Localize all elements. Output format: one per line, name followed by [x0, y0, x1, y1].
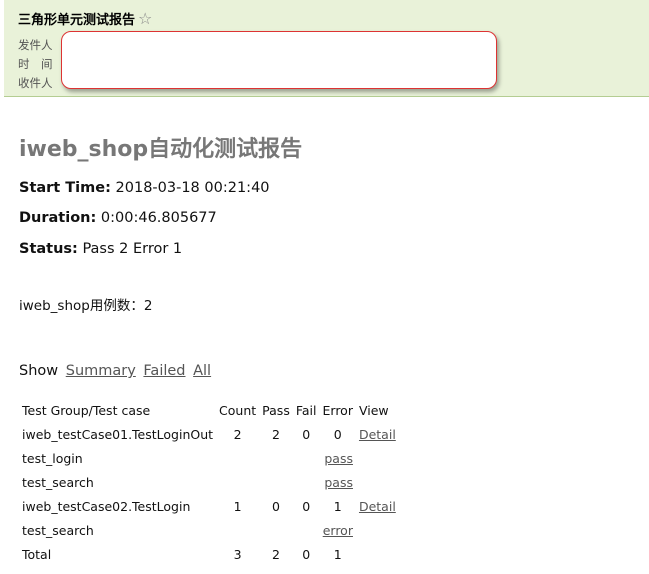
row-name: test_login: [22, 450, 83, 466]
table-row: test_search error: [19, 518, 399, 542]
row-view: [356, 518, 399, 542]
duration-line: Duration: 0:00:46.805677: [19, 210, 217, 226]
row-pass: 0: [272, 498, 280, 514]
filter-all-link[interactable]: All: [193, 363, 211, 379]
time-label: 时 间: [18, 57, 53, 71]
mail-subject-text: 三角形单元测试报告: [18, 13, 136, 28]
row-view: [356, 470, 399, 494]
row-error: 1: [333, 498, 342, 514]
row-name: iweb_testCase02.TestLogin: [22, 498, 191, 514]
header-view: View: [358, 402, 389, 418]
result-link[interactable]: pass: [324, 475, 353, 490]
row-fail: 0: [302, 498, 311, 514]
case-count: iweb_shop用例数：2: [19, 298, 153, 314]
table-row: test_search pass: [19, 470, 399, 494]
results-table: Test Group/Test case Count Pass Fail Err…: [19, 398, 399, 566]
status-value: Pass 2 Error 1: [82, 241, 183, 257]
mail-header: 三角形单元测试报告 ☆ 发件人 时 间 收件人: [4, 0, 649, 97]
row-view: Detail: [356, 494, 399, 518]
table-row: iweb_testCase01.TestLoginOut 2 2 0 0 Det…: [19, 422, 399, 446]
row-name: test_search: [22, 522, 94, 538]
row-name: iweb_testCase01.TestLoginOut: [22, 426, 214, 442]
header-error: Error: [322, 402, 353, 418]
row-view: [356, 446, 399, 470]
header-test-case: Test Group/Test case: [22, 402, 151, 418]
mail-subject: 三角形单元测试报告 ☆: [18, 9, 152, 28]
redaction-box: [61, 31, 497, 89]
row-fail: 0: [302, 426, 311, 442]
from-label: 发件人: [18, 38, 53, 52]
star-icon[interactable]: ☆: [138, 9, 152, 28]
duration-value: 0:00:46.805677: [100, 210, 217, 226]
row-count: 2: [233, 426, 242, 442]
row-pass: 2: [272, 546, 280, 562]
row-count: 3: [233, 546, 242, 562]
start-time-line: Start Time: 2018-03-18 00:21:40: [19, 180, 270, 196]
row-name: Total: [22, 546, 52, 562]
header-count: Count: [219, 402, 257, 418]
row-fail: 0: [302, 546, 311, 562]
row-count: 1: [233, 498, 242, 514]
duration-label: Duration:: [19, 210, 97, 226]
row-view: Detail: [356, 422, 399, 446]
start-time-label: Start Time:: [19, 180, 111, 196]
filter-summary-link[interactable]: Summary: [66, 363, 136, 379]
status-line: Status: Pass 2 Error 1: [19, 241, 182, 257]
row-error: 1: [333, 546, 342, 562]
detail-link[interactable]: Detail: [359, 499, 396, 514]
filter-bar: Show Summary Failed All: [19, 363, 211, 379]
table-row: iweb_testCase02.TestLogin 1 0 0 1 Detail: [19, 494, 399, 518]
result-link[interactable]: pass: [324, 451, 353, 466]
row-error: 0: [333, 426, 342, 442]
row-result-cell: pass: [216, 470, 356, 494]
total-row: Total 3 2 0 1: [19, 542, 399, 566]
start-time-value: 2018-03-18 00:21:40: [115, 180, 270, 196]
row-result-cell: error: [216, 518, 356, 542]
filter-failed-link[interactable]: Failed: [143, 363, 185, 379]
row-pass: 2: [272, 426, 280, 442]
to-label: 收件人: [18, 76, 53, 90]
table-header-row: Test Group/Test case Count Pass Fail Err…: [19, 398, 399, 422]
status-label: Status:: [19, 241, 78, 257]
row-name: test_search: [22, 474, 94, 490]
row-result-cell: pass: [216, 446, 356, 470]
filter-label: Show: [19, 363, 59, 379]
result-link[interactable]: error: [323, 523, 353, 538]
detail-link[interactable]: Detail: [359, 427, 396, 442]
table-row: test_login pass: [19, 446, 399, 470]
header-fail: Fail: [295, 402, 317, 418]
row-view: [356, 542, 399, 566]
header-pass: Pass: [262, 402, 290, 418]
report-title: iweb_shop自动化测试报告: [19, 137, 303, 162]
